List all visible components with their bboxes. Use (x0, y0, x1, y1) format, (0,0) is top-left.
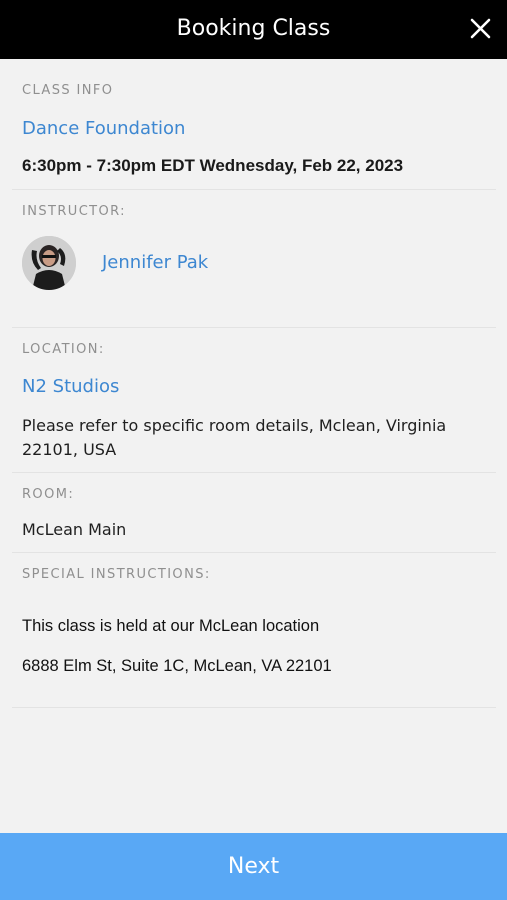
divider (12, 189, 496, 190)
next-button[interactable]: Next (0, 833, 507, 900)
class-name-link[interactable]: Dance Foundation (22, 117, 185, 141)
booking-class-screen: Booking Class CLASS INFO Dance Foundatio… (0, 0, 507, 900)
divider (12, 327, 496, 328)
close-icon (470, 18, 491, 39)
header-bar: Booking Class (0, 0, 507, 59)
room-label: ROOM: (22, 487, 75, 502)
special-instructions-line: This class is held at our McLean locatio… (22, 617, 320, 635)
location-name-link[interactable]: N2 Studios (22, 375, 119, 399)
close-button[interactable] (464, 12, 498, 46)
divider (12, 552, 496, 553)
class-info-label: CLASS INFO (22, 83, 114, 98)
divider (12, 707, 496, 708)
instructor-label: INSTRUCTOR: (22, 204, 126, 219)
instructor-avatar[interactable] (22, 236, 76, 290)
location-label: LOCATION: (22, 342, 105, 357)
special-instructions-label: SPECIAL INSTRUCTIONS: (22, 567, 211, 582)
location-address: Please refer to specific room details, M… (22, 416, 447, 459)
instructor-name-link[interactable]: Jennifer Pak (102, 251, 208, 275)
class-schedule: 6:30pm - 7:30pm EDT Wednesday, Feb 22, 2… (22, 156, 404, 175)
page-title: Booking Class (176, 16, 331, 41)
room-name: McLean Main (22, 520, 127, 539)
divider (12, 472, 496, 473)
special-instructions-address: 6888 Elm St, Suite 1C, McLean, VA 22101 (22, 657, 332, 675)
